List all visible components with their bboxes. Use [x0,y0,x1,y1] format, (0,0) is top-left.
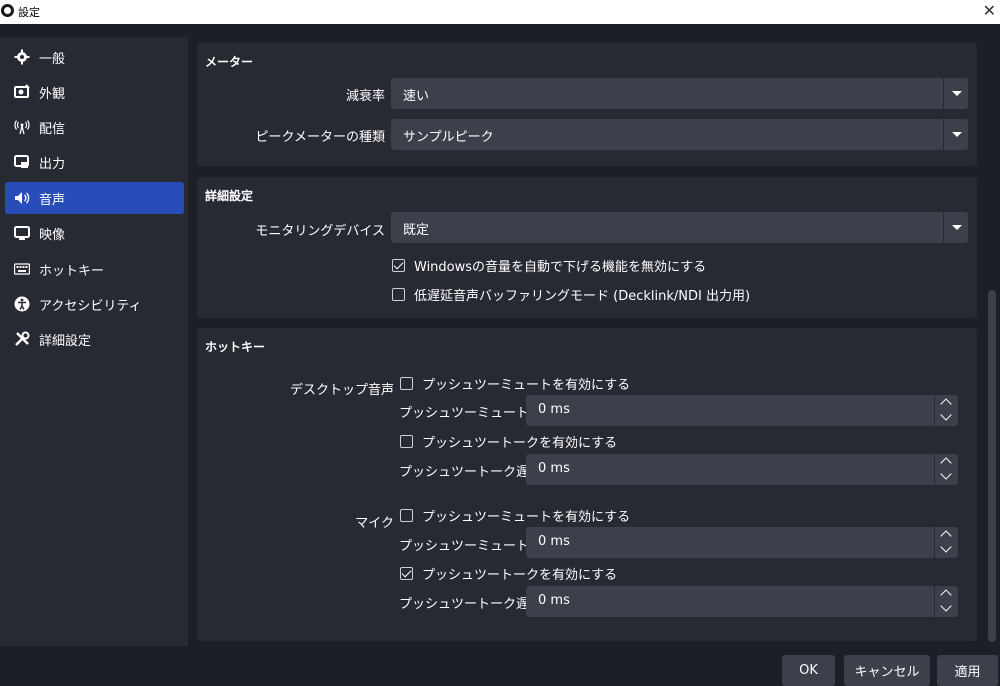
sidebar-item-label: アクセシビリティ [39,298,142,314]
obs-logo-icon [1,4,14,17]
chevron-down-icon[interactable] [943,212,968,243]
sidebar-item-label: 外観 [39,86,66,102]
sidebar-item-label: 一般 [39,51,66,67]
desktop-push-to-mute-checkbox[interactable]: プッシュツーミュートを有効にする [400,374,630,393]
checkbox-unchecked-icon[interactable] [392,288,405,301]
checkbox-unchecked-icon[interactable] [400,509,413,522]
chevron-up-icon[interactable] [940,589,952,601]
monitoring-device-label: モニタリングデバイス [255,224,385,239]
sidebar-item-output[interactable]: 出力 [5,146,184,178]
mic-push-to-talk-delay-label: プッシュツートーク遅延 [399,597,543,612]
tools-icon [13,330,31,348]
desktop-push-to-talk-delay-spinbox[interactable]: 0 ms [526,454,958,485]
spinbox-buttons [934,586,958,617]
sidebar-item-label: 出力 [39,156,66,172]
spinbox-buttons [934,454,958,485]
mic-push-to-mute-delay-spinbox[interactable]: 0 ms [526,527,958,558]
chevron-down-icon[interactable] [943,119,968,150]
sidebar-item-video[interactable]: 映像 [5,217,184,249]
sidebar-item-label: 詳細設定 [39,333,92,349]
checkbox-label: プッシュツートークを有効にする [422,436,618,451]
chevron-down-icon[interactable] [940,468,952,480]
checkbox-checked-icon[interactable] [392,259,405,272]
keyboard-icon [13,260,31,278]
spinbox-value: 0 ms [538,402,570,417]
ok-button[interactable]: OK [782,655,835,686]
group-title: メーター [205,55,254,69]
cancel-button[interactable]: キャンセル [844,655,930,686]
desktop-push-to-mute-delay-spinbox[interactable]: 0 ms [526,395,958,426]
mic-push-to-talk-delay-spinbox[interactable]: 0 ms [526,586,958,617]
monitor-icon [13,224,31,242]
checkbox-checked-icon[interactable] [400,567,413,580]
speaker-icon [13,189,31,207]
chevron-down-icon[interactable] [943,78,968,109]
appearance-icon [13,83,31,101]
checkbox-label: プッシュツートークを有効にする [422,568,618,583]
sidebar-item-label: 配信 [39,121,66,137]
chevron-down-icon[interactable] [940,409,952,421]
spinbox-buttons [934,395,958,426]
window-title: 設定 [18,6,40,19]
peak-meter-type-select[interactable]: サンプルピーク [391,119,968,150]
group-title: ホットキー [205,340,266,354]
title-bar: 設定 ✕ [0,0,1000,24]
chevron-down-icon[interactable] [940,541,952,553]
checkbox-label: Windowsの音量を自動で下げる機能を無効にする [414,260,707,275]
checkbox-unchecked-icon[interactable] [400,377,413,390]
sidebar-item-audio[interactable]: 音声 [5,182,184,214]
meter-group: メーター 減衰率 速い ピークメーターの種類 サンプルピーク [197,43,977,166]
spinbox-value: 0 ms [538,534,570,549]
monitoring-device-select[interactable]: 既定 [391,212,968,243]
output-icon [13,153,31,171]
apply-button[interactable]: 適用 [937,655,998,686]
group-title: 詳細設定 [205,189,254,203]
select-value: 既定 [403,223,430,238]
chevron-up-icon[interactable] [940,457,952,469]
desktop-push-to-talk-checkbox[interactable]: プッシュツートークを有効にする [400,432,617,451]
sidebar-item-stream[interactable]: 配信 [5,111,184,143]
decay-rate-label: 減衰率 [345,89,385,104]
sidebar-item-advanced[interactable]: 詳細設定 [5,323,184,355]
sidebar-item-hotkeys[interactable]: ホットキー [5,253,184,285]
sidebar-item-label: 音声 [39,192,66,208]
gear-icon [13,48,31,66]
mic-push-to-talk-checkbox[interactable]: プッシュツートークを有効にする [400,564,617,583]
spinbox-value: 0 ms [538,593,570,608]
chevron-down-icon[interactable] [940,600,952,612]
sidebar-item-appearance[interactable]: 外観 [5,76,184,108]
sidebar-item-label: 映像 [39,227,66,243]
decay-rate-select[interactable]: 速い [391,78,968,109]
accessibility-icon [13,295,31,313]
chevron-up-icon[interactable] [940,530,952,542]
spinbox-buttons [934,527,958,558]
sidebar-item-general[interactable]: 一般 [5,41,184,73]
peak-meter-type-label: ピークメーターの種類 [255,130,385,145]
sidebar-item-accessibility[interactable]: アクセシビリティ [5,288,184,320]
desktop-audio-label: デスクトップ音声 [289,383,394,398]
broadcast-icon [13,118,31,136]
checkbox-label: 低遅延音声バッファリングモード (Decklink/NDI 出力用) [414,289,751,304]
advanced-group: 詳細設定 モニタリングデバイス 既定 Windowsの音量を自動で下げる機能を無… [197,177,977,318]
settings-sidebar: 一般 外観 配信 出力 音声 映像 ホットキー アクセシビリティ 詳細設定 [0,37,188,646]
disable-ducking-checkbox[interactable]: Windowsの音量を自動で下げる機能を無効にする [392,256,706,275]
checkbox-label: プッシュツーミュートを有効にする [422,510,631,525]
hotkeys-group: ホットキー デスクトップ音声 プッシュツーミュートを有効にする プッシュツーミュ… [197,328,977,641]
desktop-push-to-talk-delay-label: プッシュツートーク遅延 [399,465,543,480]
low-latency-buffering-checkbox[interactable]: 低遅延音声バッファリングモード (Decklink/NDI 出力用) [392,285,750,304]
select-value: サンプルピーク [403,130,494,145]
sidebar-item-label: ホットキー [39,263,105,279]
spinbox-value: 0 ms [538,461,570,476]
chevron-up-icon[interactable] [940,398,952,410]
mic-push-to-mute-checkbox[interactable]: プッシュツーミュートを有効にする [400,506,630,525]
close-icon[interactable]: ✕ [983,1,996,20]
checkbox-label: プッシュツーミュートを有効にする [422,378,631,393]
mic-label: マイク [355,516,394,531]
scrollbar-thumb[interactable] [988,290,996,642]
checkbox-unchecked-icon[interactable] [400,435,413,448]
select-value: 速い [403,89,430,104]
